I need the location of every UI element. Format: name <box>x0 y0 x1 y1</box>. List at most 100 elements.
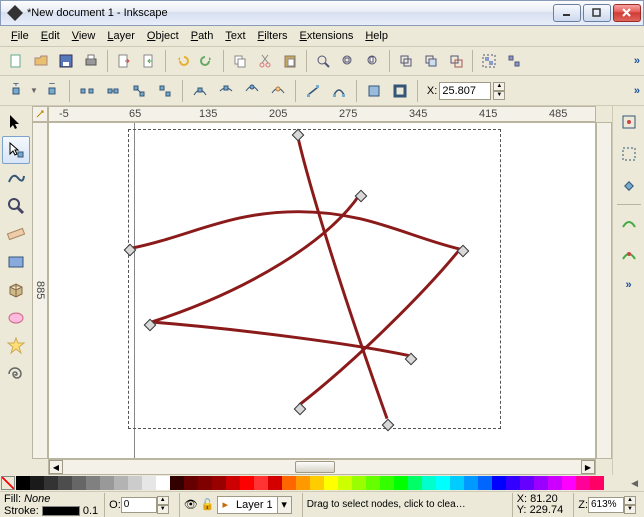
unlink-clone-button[interactable] <box>444 49 468 73</box>
color-swatch[interactable] <box>30 476 44 490</box>
color-swatch[interactable] <box>170 476 184 490</box>
color-swatch[interactable] <box>184 476 198 490</box>
color-swatch[interactable] <box>226 476 240 490</box>
zoom-drawing-button[interactable] <box>336 49 360 73</box>
segment-line-button[interactable] <box>301 79 325 103</box>
rectangle-tool[interactable] <box>2 248 30 276</box>
minimize-button[interactable] <box>553 4 581 22</box>
color-swatch[interactable] <box>212 476 226 490</box>
color-swatch[interactable] <box>576 476 590 490</box>
color-swatch[interactable] <box>100 476 114 490</box>
layer-dropdown-icon[interactable]: ▾ <box>277 497 291 513</box>
color-swatch[interactable] <box>198 476 212 490</box>
color-swatch[interactable] <box>58 476 72 490</box>
new-button[interactable] <box>4 49 28 73</box>
scroll-left-button[interactable]: ◀ <box>49 460 63 474</box>
x-spinner[interactable]: ▲▼ <box>493 82 505 100</box>
opacity-control[interactable]: O: ▲▼ <box>104 493 173 517</box>
color-swatch[interactable] <box>352 476 366 490</box>
vertical-ruler[interactable]: 885 <box>32 122 48 459</box>
node-smooth-button[interactable] <box>214 79 238 103</box>
color-swatch[interactable] <box>562 476 576 490</box>
ungroup-button[interactable] <box>502 49 526 73</box>
color-swatch[interactable] <box>16 476 30 490</box>
snap-overflow[interactable]: » <box>625 279 631 291</box>
color-swatch[interactable] <box>450 476 464 490</box>
color-swatch[interactable] <box>72 476 86 490</box>
tweak-tool[interactable] <box>2 164 30 192</box>
snap-path[interactable] <box>615 209 643 237</box>
import-button[interactable] <box>112 49 136 73</box>
color-swatch[interactable] <box>254 476 268 490</box>
color-swatch[interactable] <box>240 476 254 490</box>
cut-button[interactable] <box>253 49 277 73</box>
zoom-tool[interactable] <box>2 192 30 220</box>
stroke-to-path-button[interactable] <box>388 79 412 103</box>
group-button[interactable] <box>477 49 501 73</box>
measure-tool[interactable] <box>2 220 30 248</box>
color-swatch[interactable] <box>590 476 604 490</box>
maximize-button[interactable] <box>583 4 611 22</box>
color-swatch[interactable] <box>268 476 282 490</box>
palette-menu-icon[interactable]: ◀ <box>631 478 638 489</box>
copy-button[interactable] <box>228 49 252 73</box>
color-swatch[interactable] <box>492 476 506 490</box>
close-button[interactable] <box>613 4 641 22</box>
zoom-spinner[interactable]: ▲▼ <box>624 496 636 514</box>
star-tool[interactable] <box>2 332 30 360</box>
ruler-corner[interactable] <box>32 106 48 122</box>
color-swatch[interactable] <box>534 476 548 490</box>
vertical-scrollbar[interactable] <box>596 122 612 459</box>
menu-path[interactable]: Path <box>186 29 219 43</box>
color-swatch[interactable] <box>142 476 156 490</box>
save-button[interactable] <box>54 49 78 73</box>
color-swatch[interactable] <box>464 476 478 490</box>
menu-extensions[interactable]: Extensions <box>295 29 359 43</box>
color-swatch[interactable] <box>324 476 338 490</box>
color-swatch[interactable] <box>380 476 394 490</box>
3dbox-tool[interactable] <box>2 276 30 304</box>
paste-button[interactable] <box>278 49 302 73</box>
color-swatch[interactable] <box>506 476 520 490</box>
delete-segment-button[interactable] <box>153 79 177 103</box>
color-swatch[interactable] <box>114 476 128 490</box>
join-segment-button[interactable] <box>127 79 151 103</box>
export-button[interactable] <box>137 49 161 73</box>
object-to-path-button[interactable] <box>362 79 386 103</box>
break-node-button[interactable] <box>75 79 99 103</box>
snap-node[interactable] <box>615 172 643 200</box>
color-swatch[interactable] <box>394 476 408 490</box>
print-button[interactable] <box>79 49 103 73</box>
color-swatch[interactable] <box>478 476 492 490</box>
insert-node-button[interactable]: + <box>4 79 28 103</box>
horizontal-ruler[interactable]: -565135205275345415485 <box>48 106 596 122</box>
opacity-spinner[interactable]: ▲▼ <box>157 496 169 514</box>
color-swatch[interactable] <box>338 476 352 490</box>
menu-text[interactable]: Text <box>220 29 250 43</box>
menu-filters[interactable]: Filters <box>253 29 293 43</box>
join-node-button[interactable] <box>101 79 125 103</box>
ellipse-tool[interactable] <box>2 304 30 332</box>
opacity-input[interactable] <box>121 497 157 513</box>
color-swatch[interactable] <box>128 476 142 490</box>
scroll-right-button[interactable]: ▶ <box>581 460 595 474</box>
path-object[interactable] <box>49 123 595 458</box>
color-swatch[interactable] <box>86 476 100 490</box>
color-swatch[interactable] <box>408 476 422 490</box>
delete-node-button[interactable]: − <box>40 79 64 103</box>
menu-file[interactable]: File <box>6 29 34 43</box>
snap-intersection[interactable] <box>615 241 643 269</box>
visibility-icon[interactable]: 👁 <box>184 498 198 511</box>
menu-layer[interactable]: Layer <box>102 29 140 43</box>
color-swatch[interactable] <box>436 476 450 490</box>
redo-button[interactable] <box>195 49 219 73</box>
zoom-input[interactable] <box>588 497 624 513</box>
dropdown-arrow-icon[interactable]: ▼ <box>30 86 38 95</box>
open-button[interactable] <box>29 49 53 73</box>
color-swatch[interactable] <box>422 476 436 490</box>
color-swatch[interactable] <box>366 476 380 490</box>
color-swatch[interactable] <box>156 476 170 490</box>
node-cusp-button[interactable] <box>188 79 212 103</box>
toolbar-overflow[interactable]: » <box>634 55 640 67</box>
color-swatch[interactable] <box>296 476 310 490</box>
